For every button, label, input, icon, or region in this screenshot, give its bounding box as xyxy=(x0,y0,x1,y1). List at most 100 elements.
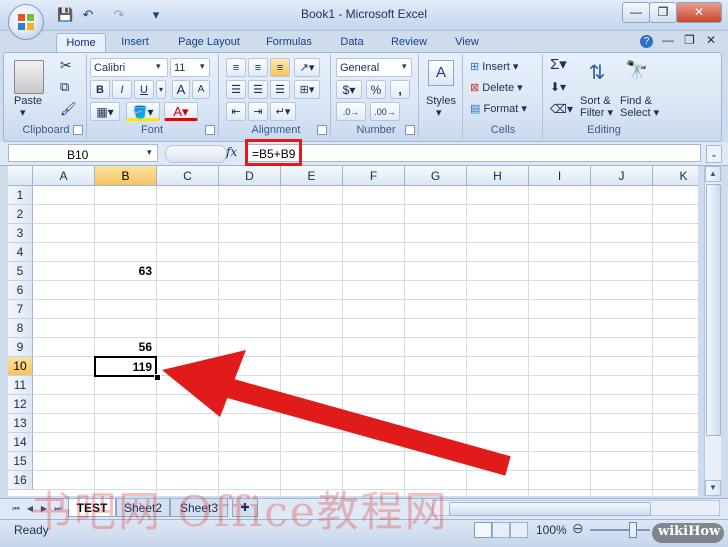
bold-button[interactable]: B xyxy=(90,80,110,99)
merge-center-icon[interactable]: ⊞▾ xyxy=(294,80,320,99)
align-center-icon[interactable]: ☰ xyxy=(248,80,268,99)
name-box-dropdown-icon[interactable]: ▾ xyxy=(147,147,152,158)
zoom-slider[interactable] xyxy=(590,529,650,531)
row-header-3[interactable]: 3 xyxy=(8,224,33,243)
alignment-launcher-icon[interactable] xyxy=(317,125,327,135)
scroll-up-icon[interactable]: ▲ xyxy=(705,166,721,182)
column-header-a[interactable]: A xyxy=(33,166,95,186)
column-header-g[interactable]: G xyxy=(405,166,467,186)
underline-button[interactable]: U xyxy=(134,80,154,99)
row-header-14[interactable]: 14 xyxy=(8,433,33,452)
cell-b9[interactable]: 56 xyxy=(95,338,155,357)
tab-insert[interactable]: Insert xyxy=(113,33,157,51)
row-header-1[interactable]: 1 xyxy=(8,186,33,205)
minimize-button[interactable]: — xyxy=(622,2,650,23)
paste-icon[interactable] xyxy=(14,60,44,94)
fill-icon[interactable]: ⬇▾ xyxy=(550,80,566,94)
binoculars-icon[interactable]: 🔭 xyxy=(624,60,650,86)
align-middle-icon[interactable]: ≡ xyxy=(248,58,268,77)
column-header-h[interactable]: H xyxy=(467,166,529,186)
page-layout-view-icon[interactable] xyxy=(492,522,510,538)
cell-b10-active[interactable]: 119 xyxy=(94,356,157,377)
decrease-decimal-icon[interactable]: .00→ xyxy=(370,102,400,121)
filter-label[interactable]: Filter ▾ xyxy=(580,106,613,120)
column-header-k[interactable]: K xyxy=(653,166,698,186)
tab-home[interactable]: Home xyxy=(56,33,106,52)
first-sheet-icon[interactable]: ⏮ xyxy=(10,502,22,516)
clipboard-launcher-icon[interactable] xyxy=(73,125,83,135)
zoom-slider-thumb[interactable] xyxy=(629,522,637,538)
row-header-15[interactable]: 15 xyxy=(8,452,33,471)
row-header-9[interactable]: 9 xyxy=(8,338,33,357)
worksheet-grid[interactable]: A B C D E F G H I J K 1 2 3 4 5 6 7 8 9 … xyxy=(8,166,698,496)
clear-icon[interactable]: ⌫▾ xyxy=(550,102,573,116)
borders-icon[interactable]: ▦▾ xyxy=(90,102,120,121)
name-box[interactable]: B10 ▾ xyxy=(8,144,158,162)
delete-cells-button[interactable]: ⊠ Delete ▾ xyxy=(470,81,523,95)
sort-filter-icon[interactable]: ⇅ xyxy=(584,60,610,86)
cut-icon[interactable]: ✂ xyxy=(60,58,72,72)
column-header-e[interactable]: E xyxy=(281,166,343,186)
office-button[interactable] xyxy=(8,4,44,40)
italic-button[interactable]: I xyxy=(112,80,132,99)
zoom-out-icon[interactable]: ⊖ xyxy=(572,520,584,537)
tab-formulas[interactable]: Formulas xyxy=(258,33,320,51)
expand-formula-icon[interactable]: ⌄ xyxy=(706,145,722,163)
group-styles[interactable]: A Styles ▾ xyxy=(420,54,463,138)
row-header-13[interactable]: 13 xyxy=(8,414,33,433)
grow-font-button[interactable]: A xyxy=(172,80,190,99)
align-bottom-icon[interactable]: ≡ xyxy=(270,58,290,77)
vertical-scrollbar[interactable]: ▲ ▼ xyxy=(704,166,721,496)
column-header-b[interactable]: B xyxy=(95,166,157,186)
percent-button[interactable]: % xyxy=(366,80,386,99)
column-header-c[interactable]: C xyxy=(157,166,219,186)
tab-page-layout[interactable]: Page Layout xyxy=(170,33,248,51)
number-format-field[interactable]: General xyxy=(336,58,412,77)
row-header-4[interactable]: 4 xyxy=(8,243,33,262)
column-header-i[interactable]: I xyxy=(529,166,591,186)
insert-function-icon[interactable]: fx xyxy=(226,145,237,159)
number-launcher-icon[interactable] xyxy=(405,125,415,135)
maximize-button[interactable]: ❐ xyxy=(649,2,677,23)
increase-indent-icon[interactable]: ⇥ xyxy=(248,102,268,121)
comma-button[interactable]: , xyxy=(390,80,410,99)
workbook-close-icon[interactable]: ✕ xyxy=(706,33,716,47)
row-header-2[interactable]: 2 xyxy=(8,205,33,224)
currency-button[interactable]: $▾ xyxy=(336,80,362,99)
shrink-font-button[interactable]: A xyxy=(192,80,210,99)
tab-review[interactable]: Review xyxy=(383,33,435,51)
scroll-down-icon[interactable]: ▼ xyxy=(705,480,721,496)
font-color-icon[interactable]: A▾ xyxy=(164,102,198,121)
insert-cells-button[interactable]: ⊞ Insert ▾ xyxy=(470,60,518,74)
normal-view-icon[interactable] xyxy=(474,522,492,538)
formula-input[interactable]: =B5+B9 xyxy=(245,144,701,162)
row-header-7[interactable]: 7 xyxy=(8,300,33,319)
column-header-j[interactable]: J xyxy=(591,166,653,186)
close-button[interactable]: ✕ xyxy=(676,2,722,23)
autosum-icon[interactable]: Σ▾ xyxy=(550,57,567,72)
orientation-icon[interactable]: ↗▾ xyxy=(294,58,320,77)
row-header-12[interactable]: 12 xyxy=(8,395,33,414)
increase-decimal-icon[interactable]: .0→ xyxy=(336,102,366,121)
row-header-11[interactable]: 11 xyxy=(8,376,33,395)
column-header-d[interactable]: D xyxy=(219,166,281,186)
format-cells-button[interactable]: ▤ Format ▾ xyxy=(470,102,527,116)
font-launcher-icon[interactable] xyxy=(205,125,215,135)
select-all-corner[interactable] xyxy=(8,166,33,186)
help-icon[interactable]: ? xyxy=(640,35,653,48)
row-header-6[interactable]: 6 xyxy=(8,281,33,300)
zoom-level[interactable]: 100% xyxy=(536,523,567,537)
fill-color-icon[interactable]: 🪣▾ xyxy=(126,102,160,121)
horizontal-scroll-thumb[interactable] xyxy=(449,502,651,516)
wrap-text-icon[interactable]: ↵▾ xyxy=(270,102,296,121)
horizontal-scrollbar[interactable] xyxy=(432,500,720,516)
row-header-8[interactable]: 8 xyxy=(8,319,33,338)
copy-icon[interactable]: ⧉ xyxy=(60,80,69,94)
page-break-view-icon[interactable] xyxy=(510,522,528,538)
decrease-indent-icon[interactable]: ⇤ xyxy=(226,102,246,121)
paste-label[interactable]: Paste xyxy=(14,94,42,108)
vertical-scroll-thumb[interactable] xyxy=(706,184,721,436)
fill-handle[interactable] xyxy=(154,374,161,381)
align-top-icon[interactable]: ≡ xyxy=(226,58,246,77)
tab-data[interactable]: Data xyxy=(333,33,371,51)
